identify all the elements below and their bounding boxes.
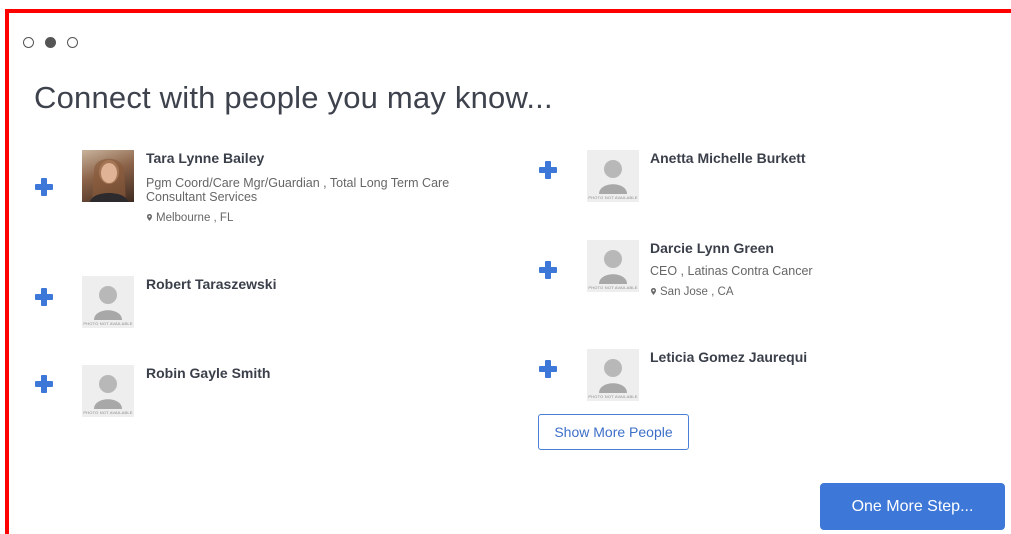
photo-caption: PHOTO NOT AVAILABLE — [83, 410, 133, 415]
person-name[interactable]: Robert Taraszewski — [146, 276, 276, 292]
profile-photo-placeholder: PHOTO NOT AVAILABLE — [82, 365, 134, 417]
person-location: San Jose , CA — [650, 286, 734, 298]
person-location: Melbourne , FL — [146, 212, 233, 224]
add-person-plus-icon[interactable] — [539, 161, 557, 179]
person-role: Pgm Coord/Care Mgr/Guardian , Total Long… — [146, 176, 450, 204]
add-person-plus-icon[interactable] — [539, 360, 557, 378]
person-name[interactable]: Anetta Michelle Burkett — [650, 150, 806, 166]
step-dot-3 — [67, 37, 78, 48]
step-indicator — [23, 37, 78, 48]
person-location-text: Melbourne , FL — [156, 212, 234, 224]
photo-caption: PHOTO NOT AVAILABLE — [588, 394, 638, 399]
step-dot-2-active — [45, 37, 56, 48]
profile-photo-placeholder: PHOTO NOT AVAILABLE — [587, 240, 639, 292]
person-location-text: San Jose , CA — [660, 286, 734, 298]
show-more-people-button[interactable]: Show More People — [538, 414, 689, 450]
add-person-plus-icon[interactable] — [539, 261, 557, 279]
person-role: CEO , Latinas Contra Cancer — [650, 264, 813, 278]
map-marker-icon — [147, 214, 152, 221]
add-person-plus-icon[interactable] — [35, 288, 53, 306]
profile-photo-placeholder: PHOTO NOT AVAILABLE — [587, 349, 639, 401]
person-name[interactable]: Tara Lynne Bailey — [146, 150, 264, 166]
add-person-plus-icon[interactable] — [35, 178, 53, 196]
profile-photo-placeholder: PHOTO NOT AVAILABLE — [82, 276, 134, 328]
one-more-step-button[interactable]: One More Step... — [820, 483, 1005, 530]
photo-caption: PHOTO NOT AVAILABLE — [588, 195, 638, 200]
page-title: Connect with people you may know... — [34, 80, 553, 115]
profile-photo — [82, 150, 134, 202]
photo-caption: PHOTO NOT AVAILABLE — [83, 321, 133, 326]
person-name[interactable]: Robin Gayle Smith — [146, 365, 270, 381]
map-marker-icon — [651, 288, 656, 295]
profile-photo-image — [90, 158, 128, 202]
person-name[interactable]: Darcie Lynn Green — [650, 240, 774, 256]
person-name[interactable]: Leticia Gomez Jaurequi — [650, 349, 807, 365]
add-person-plus-icon[interactable] — [35, 375, 53, 393]
photo-caption: PHOTO NOT AVAILABLE — [588, 285, 638, 290]
step-dot-1 — [23, 37, 34, 48]
profile-photo-placeholder: PHOTO NOT AVAILABLE — [587, 150, 639, 202]
